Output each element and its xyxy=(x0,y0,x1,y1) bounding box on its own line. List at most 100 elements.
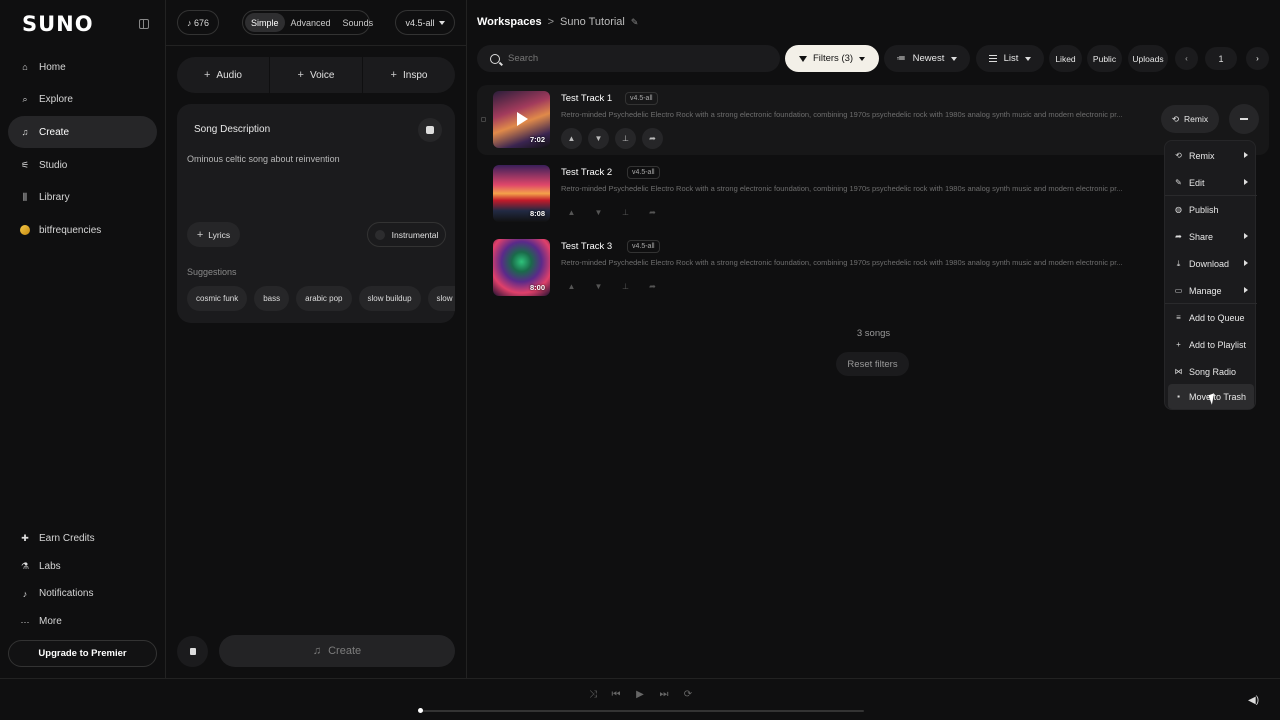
menu-item-song-radio[interactable]: ⋈ Song Radio xyxy=(1168,359,1254,384)
pencil-icon[interactable]: ✎ xyxy=(631,17,639,28)
sidebar-item-home[interactable]: ⌂ Home xyxy=(8,51,157,83)
suggestion-chip[interactable]: slow buildup xyxy=(358,286,421,311)
dislike-button[interactable]: ▼ xyxy=(588,276,609,297)
sidebar-item-create[interactable]: ♫ Create xyxy=(8,116,157,149)
like-button[interactable]: ▲ xyxy=(561,128,582,149)
play-button[interactable]: ▶ xyxy=(633,687,647,701)
more-options-button[interactable] xyxy=(1229,104,1259,134)
menu-item-manage[interactable]: ▭ Manage xyxy=(1168,278,1254,303)
progress-handle[interactable] xyxy=(418,708,423,713)
download-icon: ⤓ xyxy=(1176,258,1181,268)
sidebar-item-label: Earn Credits xyxy=(39,533,95,544)
sidebar-item-library[interactable]: ⫼ Library xyxy=(8,182,157,214)
track-cover[interactable]: 8:08 xyxy=(493,165,550,222)
track-checkbox[interactable] xyxy=(481,117,486,122)
sidebar-item-notifications[interactable]: ♪ Notifications xyxy=(8,580,157,607)
track-title[interactable]: Test Track 3 xyxy=(561,241,612,252)
volume-icon[interactable]: ◀) xyxy=(1248,695,1259,706)
search-icon: ⌕ xyxy=(22,94,28,105)
share-button[interactable]: ➦ xyxy=(642,276,663,297)
track-context-menu: ⟲ Remix ✎ Edit ◍ Publish ➦ Share ⤓ Download ▭… xyxy=(1164,140,1257,410)
menu-item-remix[interactable]: ⟲ Remix xyxy=(1168,143,1254,168)
suggestion-chip[interactable]: arabic pop xyxy=(296,286,352,311)
menu-item-share[interactable]: ➦ Share xyxy=(1168,224,1254,249)
mode-simple[interactable]: Simple xyxy=(245,13,285,32)
lyrics-button[interactable]: + Lyrics xyxy=(187,222,240,247)
menu-item-add-to-playlist[interactable]: + Add to Playlist xyxy=(1168,332,1254,357)
track-cover[interactable]: 7:02 xyxy=(493,91,550,148)
filter-public-button[interactable]: Public xyxy=(1087,45,1122,72)
menu-item-label: Download xyxy=(1189,258,1230,269)
view-button[interactable]: List xyxy=(976,45,1044,72)
track-row[interactable]: 7:02 Test Track 1 v4.5-all Retro-minded … xyxy=(477,85,1269,155)
shuffle-button[interactable]: ⤨ xyxy=(586,687,600,701)
sidebar-item-studio[interactable]: ⚟ Studio xyxy=(8,149,157,181)
filter-uploads-button[interactable]: Uploads xyxy=(1128,45,1168,72)
credits-badge[interactable]: ♪ 676 xyxy=(177,10,219,35)
share-button[interactable]: ➦ xyxy=(642,128,663,149)
collapse-sidebar-icon[interactable] xyxy=(139,19,149,29)
page-number[interactable]: 1 xyxy=(1205,47,1237,70)
reset-filters-button[interactable]: Reset filters xyxy=(836,352,909,376)
instrumental-toggle[interactable]: Instrumental xyxy=(367,222,446,247)
remix-button[interactable]: ⟲ Remix xyxy=(1161,105,1219,133)
trash-icon: ▪ xyxy=(1177,392,1180,401)
filter-liked-button[interactable]: Liked xyxy=(1049,45,1082,72)
suggestion-chip[interactable]: bass xyxy=(254,286,290,311)
sidebar-item-explore[interactable]: ⌕ Explore xyxy=(8,84,157,116)
next-button[interactable]: ⏭ xyxy=(657,687,671,701)
sidebar-item-earn-credits[interactable]: ✚ Earn Credits xyxy=(8,525,157,552)
suggestions-label: Suggestions xyxy=(187,267,237,277)
breadcrumb-root[interactable]: Workspaces xyxy=(477,16,542,28)
version-select[interactable]: v4.5-all xyxy=(395,10,455,35)
create-button[interactable]: ♫ Create xyxy=(219,635,455,667)
track-cover[interactable]: 8:00 xyxy=(493,239,550,296)
search-input[interactable] xyxy=(508,53,758,64)
thumbs-down-icon: ▼ xyxy=(594,282,603,291)
menu-item-add-to-queue[interactable]: ≡ Add to Queue xyxy=(1168,305,1254,330)
suggestion-chip[interactable]: slow rap xyxy=(427,286,455,311)
prev-page-button[interactable]: ‹ xyxy=(1175,47,1198,70)
menu-item-edit[interactable]: ✎ Edit xyxy=(1168,170,1254,195)
upgrade-button[interactable]: Upgrade to Premier xyxy=(8,640,157,667)
music-note-icon: ♪ xyxy=(186,17,194,28)
menu-item-publish[interactable]: ◍ Publish xyxy=(1168,197,1254,222)
random-dice-button[interactable] xyxy=(418,118,442,142)
clear-button[interactable] xyxy=(177,636,208,667)
sidebar-item-more[interactable]: ··· More xyxy=(8,608,157,635)
tab-audio[interactable]: + Audio xyxy=(177,57,270,93)
sidebar-item-profile[interactable]: bitfrequencies xyxy=(8,214,157,246)
repeat-button[interactable]: ⟳ xyxy=(681,687,695,701)
track-row[interactable]: 8:08 Test Track 2 v4.5-all Retro-minded … xyxy=(477,159,1269,229)
sort-button[interactable]: ≔ Newest xyxy=(884,45,970,72)
menu-item-download[interactable]: ⤓ Download xyxy=(1168,251,1254,276)
share-button[interactable]: ➦ xyxy=(642,202,663,223)
pin-button[interactable]: ⊥ xyxy=(615,128,636,149)
tab-inspo[interactable]: + Inspo xyxy=(363,57,455,93)
lyrics-label: Lyrics xyxy=(208,229,231,240)
progress-bar[interactable] xyxy=(420,710,864,712)
sidebar-nav: ⌂ Home ⌕ Explore ♫ Create ⚟ Studio ⫼ Library … xyxy=(8,51,157,247)
like-button[interactable]: ▲ xyxy=(561,202,582,223)
next-page-button[interactable]: › xyxy=(1246,47,1269,70)
suggestion-chip[interactable]: cosmic funk xyxy=(187,286,248,311)
mode-advanced[interactable]: Advanced xyxy=(285,13,337,32)
song-description-input[interactable]: Ominous celtic song about reinvention xyxy=(187,154,340,164)
mode-sounds[interactable]: Sounds xyxy=(337,13,380,32)
dislike-button[interactable]: ▼ xyxy=(588,128,609,149)
previous-button[interactable]: ⏮ xyxy=(609,687,623,701)
like-button[interactable]: ▲ xyxy=(561,276,582,297)
tab-voice[interactable]: + Voice xyxy=(270,57,363,93)
play-icon[interactable] xyxy=(517,112,528,126)
track-title[interactable]: Test Track 1 xyxy=(561,93,612,104)
pin-button[interactable]: ⊥ xyxy=(615,202,636,223)
filters-button[interactable]: Filters (3) xyxy=(785,45,879,72)
pin-button[interactable]: ⊥ xyxy=(615,276,636,297)
track-row[interactable]: 8:00 Test Track 3 v4.5-all Retro-minded … xyxy=(477,233,1269,303)
dislike-button[interactable]: ▼ xyxy=(588,202,609,223)
suno-logo[interactable]: SUNO xyxy=(22,12,94,36)
track-description: Retro-minded Psychedelic Electro Rock wi… xyxy=(561,110,1123,119)
track-title[interactable]: Test Track 2 xyxy=(561,167,612,178)
remix-icon: ⟲ xyxy=(1175,151,1182,160)
sidebar-item-labs[interactable]: ⚗ Labs xyxy=(8,553,157,580)
